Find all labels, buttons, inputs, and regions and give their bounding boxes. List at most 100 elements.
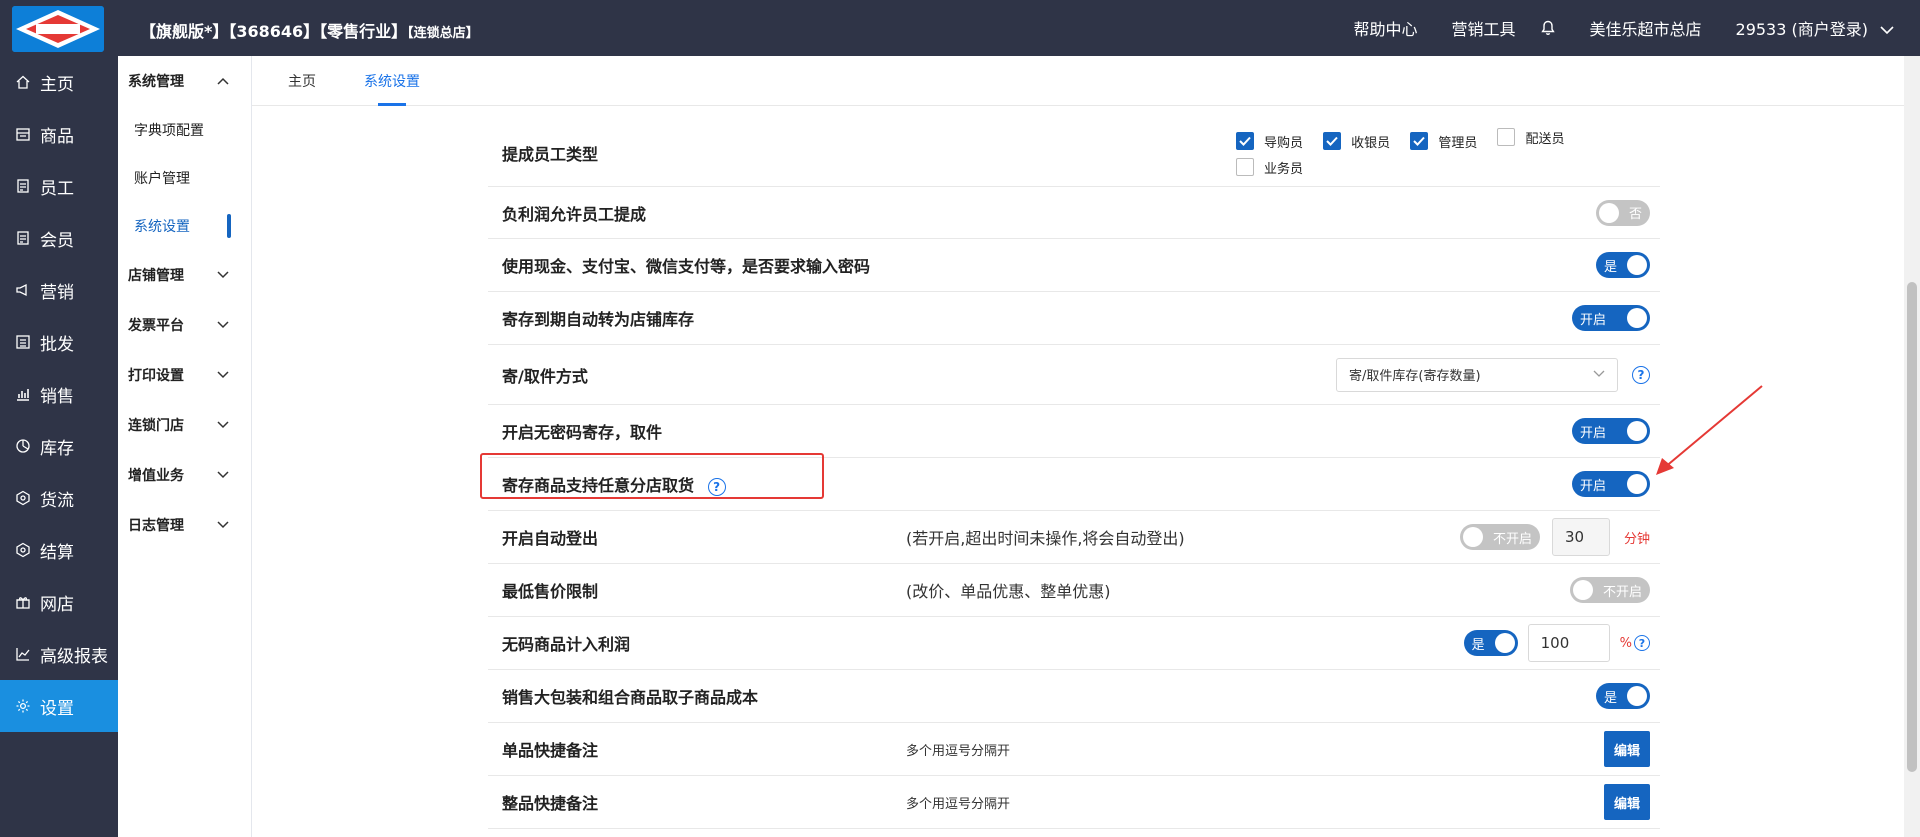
edit-order-remark-button[interactable]: 编辑 xyxy=(1604,784,1650,820)
setting-row-negative-profit: 负利润允许员工提成 否 xyxy=(488,187,1660,239)
setting-label: 寄存商品支持任意分店取货 ? xyxy=(502,472,726,496)
setting-label: 整品快捷备注 xyxy=(502,794,599,813)
subnav-item-dict-config[interactable]: 字典项配置 xyxy=(118,106,251,154)
subnav-item-account-management[interactable]: 账户管理 xyxy=(118,154,251,202)
nav-label: 高级报表 xyxy=(40,646,108,667)
tab-home[interactable]: 主页 xyxy=(288,56,316,106)
subnav-group-system-management[interactable]: 系统管理 xyxy=(118,56,251,106)
checkbox-guide[interactable]: 导购员 xyxy=(1236,128,1303,154)
negative-profit-toggle[interactable]: 否 xyxy=(1596,199,1650,226)
store-name[interactable]: 美佳乐超市总店 xyxy=(1590,16,1702,40)
deposit-expire-toggle[interactable]: 开启 xyxy=(1572,305,1650,331)
nav-item-marketing[interactable]: 营销 xyxy=(0,264,118,316)
minutes-unit: 分钟 xyxy=(1623,531,1650,547)
goods-icon xyxy=(14,125,32,143)
checkbox-delivery[interactable]: 配送员 xyxy=(1497,124,1564,150)
group-label: 系统管理 xyxy=(128,74,184,90)
group-label: 增值业务 xyxy=(128,468,184,484)
group-label: 打印设置 xyxy=(128,368,184,384)
subnav-group-value-added[interactable]: 增值业务 xyxy=(118,450,251,500)
marketing-tools-link[interactable]: 营销工具 xyxy=(1451,16,1515,40)
checkbox-checked-icon xyxy=(1323,132,1342,150)
edit-item-remark-button[interactable]: 编辑 xyxy=(1604,731,1650,767)
checkbox-admin[interactable]: 管理员 xyxy=(1410,128,1477,154)
bulk-package-cost-toggle[interactable]: 是 xyxy=(1596,683,1650,709)
nav-item-goods[interactable]: 商品 xyxy=(0,108,118,160)
nav-item-logistics[interactable]: 货流 xyxy=(0,472,118,524)
nav-item-online-store[interactable]: 网店 xyxy=(0,576,118,628)
nav-item-stock[interactable]: 库存 xyxy=(0,420,118,472)
chevron-down-icon xyxy=(217,367,229,383)
auto-logout-minutes-input[interactable]: 30 xyxy=(1551,518,1610,556)
scrollbar-thumb[interactable] xyxy=(1907,282,1917,772)
setting-row-item-remark: 单品快捷备注 多个用逗号分隔开 编辑 xyxy=(488,723,1660,776)
account-menu[interactable]: 29533 (商户登录) xyxy=(1736,16,1894,40)
setting-label-text: 寄存商品支持任意分店取货 xyxy=(502,476,695,495)
help-icon[interactable]: ? xyxy=(1632,365,1650,384)
setting-label: 销售大包装和组合商品取子商品成本 xyxy=(502,688,759,707)
chevron-down-icon xyxy=(217,417,229,433)
help-icon[interactable]: ? xyxy=(707,477,726,496)
min-price-toggle[interactable]: 不开启 xyxy=(1570,577,1650,603)
chevron-down-icon xyxy=(217,267,229,283)
checkbox-cashier[interactable]: 收银员 xyxy=(1323,128,1390,154)
subnav-group-invoice-platform[interactable]: 发票平台 xyxy=(118,300,251,350)
wholesale-icon xyxy=(14,333,32,351)
top-bar: 【旗舰版*】【368646】【零售行业】【连锁总店】 帮助中心 营销工具 美佳乐… xyxy=(0,0,1920,56)
nav-label: 库存 xyxy=(40,438,74,459)
setting-control: 不开启 30 分钟 xyxy=(1459,518,1650,556)
setting-label: 寄存到期自动转为店铺库存 xyxy=(502,310,695,329)
help-icon[interactable]: ? xyxy=(1634,635,1650,651)
subnav-group-chain-stores[interactable]: 连锁门店 xyxy=(118,400,251,450)
setting-label: 单品快捷备注 xyxy=(502,741,599,760)
tab-system-settings[interactable]: 系统设置 xyxy=(364,56,420,106)
checkbox-label: 配送员 xyxy=(1525,131,1565,147)
auto-logout-toggle[interactable]: 不开启 xyxy=(1459,524,1540,550)
nav-item-staff[interactable]: 员工 xyxy=(0,160,118,212)
subnav-group-print-settings[interactable]: 打印设置 xyxy=(118,350,251,400)
setting-control: 编辑 xyxy=(1604,784,1650,820)
checkbox-checked-icon xyxy=(1236,132,1254,150)
setting-control: 不开启 xyxy=(1570,577,1650,603)
main-sidebar: 主页 商品 员工 会员 营销 批发 销售 库存 货流 结算 网店 高级报表 设置 xyxy=(0,56,118,837)
nav-item-report[interactable]: 高级报表 xyxy=(0,628,118,680)
checkbox-label: 导购员 xyxy=(1264,135,1304,151)
help-center-link[interactable]: 帮助中心 xyxy=(1353,16,1417,40)
setting-row-payment-password: 使用现金、支付宝、微信支付等，是否要求输入密码 是 xyxy=(488,239,1660,292)
subnav-group-store-management[interactable]: 店铺管理 xyxy=(118,250,251,300)
setting-label: 最低售价限制 xyxy=(502,582,599,601)
subnav-group-log-management[interactable]: 日志管理 xyxy=(118,500,251,550)
logo[interactable] xyxy=(12,6,104,52)
checkbox-unchecked-icon xyxy=(1236,158,1254,176)
page-scrollbar[interactable] xyxy=(1904,56,1920,837)
nav-label: 批发 xyxy=(40,334,74,355)
any-store-pickup-toggle[interactable]: 开启 xyxy=(1572,471,1650,497)
chevron-down-icon xyxy=(1880,20,1894,39)
nav-item-member[interactable]: 会员 xyxy=(0,212,118,264)
nav-item-home[interactable]: 主页 xyxy=(0,56,118,108)
no-password-deposit-toggle[interactable]: 开启 xyxy=(1572,418,1650,444)
nav-item-sales[interactable]: 销售 xyxy=(0,368,118,420)
setting-control: 是 100 % ? xyxy=(1463,624,1650,662)
checkbox-salesman[interactable]: 业务员 xyxy=(1236,154,1303,180)
settlement-icon xyxy=(14,541,32,559)
subnav-item-system-settings[interactable]: 系统设置 xyxy=(118,202,251,250)
no-code-profit-toggle[interactable]: 是 xyxy=(1463,630,1518,656)
marketing-icon xyxy=(14,281,32,299)
group-label: 日志管理 xyxy=(128,518,184,534)
setting-hint: 多个用逗号分隔开 xyxy=(906,743,1011,759)
nav-item-wholesale[interactable]: 批发 xyxy=(0,316,118,368)
tab-bar: 主页 系统设置 xyxy=(252,56,1912,106)
setting-hint: (若开启,超出时间未操作,将会自动登出) xyxy=(906,529,1185,548)
logistics-icon xyxy=(14,489,32,507)
bell-icon[interactable] xyxy=(1540,20,1556,36)
nav-label: 营销 xyxy=(40,282,74,303)
profit-percent-input[interactable]: 100 xyxy=(1527,624,1610,662)
checkbox-label: 收银员 xyxy=(1351,135,1391,151)
stock-icon xyxy=(14,437,32,455)
group-label: 店铺管理 xyxy=(128,268,184,284)
nav-item-settlement[interactable]: 结算 xyxy=(0,524,118,576)
payment-password-toggle[interactable]: 是 xyxy=(1596,252,1650,278)
nav-item-settings[interactable]: 设置 xyxy=(0,680,118,732)
deposit-method-select[interactable]: 寄/取件库存(寄存数量) xyxy=(1336,357,1618,392)
